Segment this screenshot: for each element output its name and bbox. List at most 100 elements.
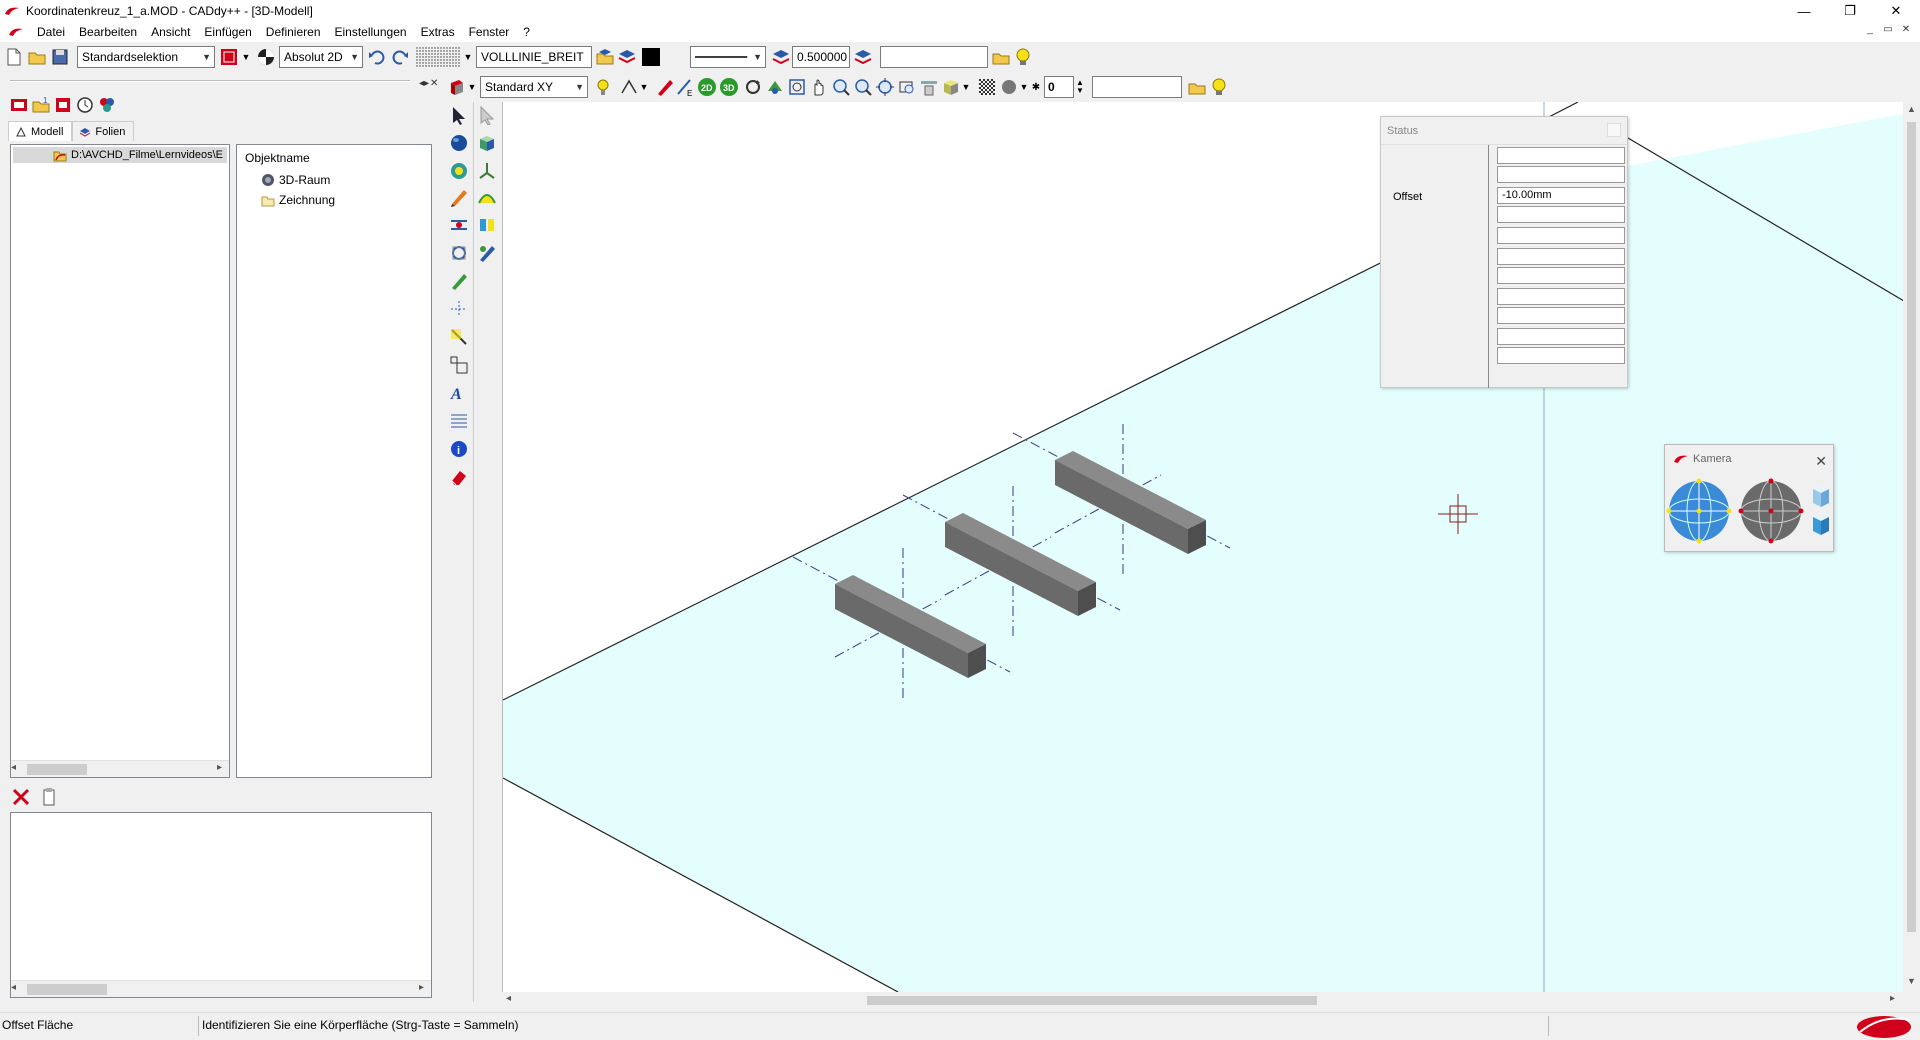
- zoom-previous-icon[interactable]: [896, 76, 918, 98]
- edge-tool-icon[interactable]: E: [674, 76, 696, 98]
- box-tool-icon[interactable]: [476, 132, 498, 154]
- folder-icon[interactable]: [1186, 76, 1208, 98]
- layers-icon[interactable]: [616, 46, 638, 68]
- kamera-close-icon[interactable]: ✕: [1815, 447, 1827, 475]
- pen-tool-icon[interactable]: [448, 186, 470, 208]
- viewport-hscroll[interactable]: ◂ ▸: [502, 992, 1903, 1009]
- properties-hscroll[interactable]: ◂ ▸: [11, 980, 431, 997]
- menu-definieren[interactable]: Definieren: [259, 22, 328, 42]
- transform-tool-icon[interactable]: [448, 242, 470, 264]
- hatch-pattern-icon[interactable]: [976, 76, 998, 98]
- select-arrow-icon[interactable]: [448, 104, 470, 126]
- folder-open-icon[interactable]: [990, 46, 1012, 68]
- coordinate-axes-icon[interactable]: [476, 160, 498, 182]
- object-list[interactable]: Objektname 3D-Raum Zeichnung: [236, 144, 432, 778]
- shaded-box-icon[interactable]: [940, 76, 962, 98]
- color-swatch-icon[interactable]: [640, 46, 662, 68]
- render-icon[interactable]: [764, 76, 786, 98]
- coord-system-icon[interactable]: [255, 46, 277, 68]
- text-tool-icon[interactable]: A: [448, 382, 470, 404]
- layer-spinner-icon[interactable]: ▲ ▼: [1074, 76, 1086, 98]
- panel-tool-1-icon[interactable]: [8, 94, 30, 116]
- snap-dropdown-icon[interactable]: ▼: [638, 76, 650, 98]
- info-tool-icon[interactable]: i: [448, 438, 470, 460]
- status-field-5[interactable]: [1497, 227, 1625, 244]
- lightbulb-2-icon[interactable]: [1208, 76, 1230, 98]
- offset-value-field[interactable]: -10.00mm: [1497, 187, 1625, 204]
- new-file-icon[interactable]: [3, 46, 25, 68]
- status-field-4[interactable]: [1497, 206, 1625, 223]
- tree-hscroll[interactable]: ◂ ▸: [11, 760, 229, 777]
- viewport-vscroll[interactable]: ▲ ▼: [1903, 102, 1920, 992]
- status-field-11[interactable]: [1497, 347, 1625, 364]
- menu-extras[interactable]: Extras: [414, 22, 462, 42]
- delete-property-icon[interactable]: [10, 786, 32, 808]
- axis-tool-icon[interactable]: [448, 298, 470, 320]
- menu-einfuegen[interactable]: Einfügen: [197, 22, 258, 42]
- scale-tool-icon[interactable]: [448, 354, 470, 376]
- menu-fenster[interactable]: Fenster: [462, 22, 517, 42]
- status-field-1[interactable]: [1497, 147, 1625, 164]
- menu-help[interactable]: ?: [516, 22, 537, 42]
- view-cube-dropdown-icon[interactable]: ▼: [466, 76, 478, 98]
- camera-view-cube-top-icon[interactable]: [1813, 485, 1829, 507]
- view-2d-icon[interactable]: 2D: [696, 76, 718, 98]
- snap-icon[interactable]: [618, 76, 640, 98]
- sphere-tool-icon[interactable]: [448, 132, 470, 154]
- pan-hand-icon[interactable]: [808, 76, 830, 98]
- grid-pattern-icon[interactable]: [416, 46, 460, 68]
- hatch-tool-icon[interactable]: [448, 410, 470, 432]
- open-file-icon[interactable]: [26, 46, 48, 68]
- panel-tool-2-icon[interactable]: 1: [30, 94, 52, 116]
- zoom-window-icon[interactable]: [786, 76, 808, 98]
- trim-tool-icon[interactable]: [448, 214, 470, 236]
- tab-folien[interactable]: Folien: [72, 121, 135, 141]
- sphere-icon[interactable]: [998, 76, 1020, 98]
- shading-dropdown-icon[interactable]: ▼: [960, 76, 972, 98]
- dimension-tool-icon[interactable]: [448, 326, 470, 348]
- menu-logo-icon[interactable]: [8, 27, 24, 37]
- edit-tool-icon[interactable]: [654, 76, 676, 98]
- rotate-view-icon[interactable]: [742, 76, 764, 98]
- eraser-tool-icon[interactable]: [448, 466, 470, 488]
- line-type-field[interactable]: VOLLLINIE_BREIT: [476, 46, 592, 68]
- layer-number-field[interactable]: 0: [1044, 76, 1074, 98]
- status-field-2[interactable]: [1497, 166, 1625, 183]
- toolbar2-text-field[interactable]: [1092, 76, 1182, 98]
- redo-icon[interactable]: [389, 46, 411, 68]
- undo-icon[interactable]: [366, 46, 388, 68]
- select-filter-icon[interactable]: [218, 46, 240, 68]
- zoom-all-icon[interactable]: [874, 76, 896, 98]
- section-view-icon[interactable]: [918, 76, 940, 98]
- model-tree[interactable]: D:\AVCHD_Filme\Lernvideos\E ◂ ▸: [10, 144, 230, 778]
- clipboard-icon[interactable]: [38, 786, 60, 808]
- minimize-icon[interactable]: —: [1781, 0, 1827, 22]
- grid-dropdown-icon[interactable]: ▼: [462, 46, 474, 68]
- save-icon[interactable]: [49, 46, 71, 68]
- panel-tool-5-icon[interactable]: [96, 94, 118, 116]
- line-width-field[interactable]: 0.500000: [792, 46, 850, 68]
- status-field-8[interactable]: [1497, 288, 1625, 305]
- modify-solid-icon[interactable]: [476, 242, 498, 264]
- layer-stack-icon[interactable]: [852, 46, 874, 68]
- mdi-minimize-icon[interactable]: _: [1862, 24, 1878, 35]
- camera-view-cube-bottom-icon[interactable]: [1813, 513, 1829, 535]
- tab-modell[interactable]: Modell: [8, 121, 73, 141]
- pointer-light-icon[interactable]: [476, 104, 498, 126]
- status-panel-close-button[interactable]: [1607, 123, 1621, 137]
- camera-orbit-globe-icon[interactable]: [1666, 478, 1732, 544]
- object-item-zeichnung[interactable]: Zeichnung: [261, 193, 335, 207]
- status-field-6[interactable]: [1497, 248, 1625, 265]
- status-field-10[interactable]: [1497, 328, 1625, 345]
- mdi-close-icon[interactable]: ✕: [1898, 24, 1914, 35]
- coord-mode-select[interactable]: Absolut 2D ▼: [279, 46, 363, 68]
- dock-close-icon[interactable]: ✕: [430, 78, 438, 89]
- camera-target-globe-icon[interactable]: [1738, 478, 1804, 544]
- object-item-3d-raum[interactable]: 3D-Raum: [261, 173, 330, 187]
- toolbar1-text-field[interactable]: [880, 46, 988, 68]
- zoom-out-icon[interactable]: [852, 76, 874, 98]
- menu-bearbeiten[interactable]: Bearbeiten: [72, 22, 144, 42]
- layer-folder-icon[interactable]: [594, 46, 616, 68]
- close-icon[interactable]: ✕: [1873, 0, 1919, 22]
- edit-line-icon[interactable]: [448, 270, 470, 292]
